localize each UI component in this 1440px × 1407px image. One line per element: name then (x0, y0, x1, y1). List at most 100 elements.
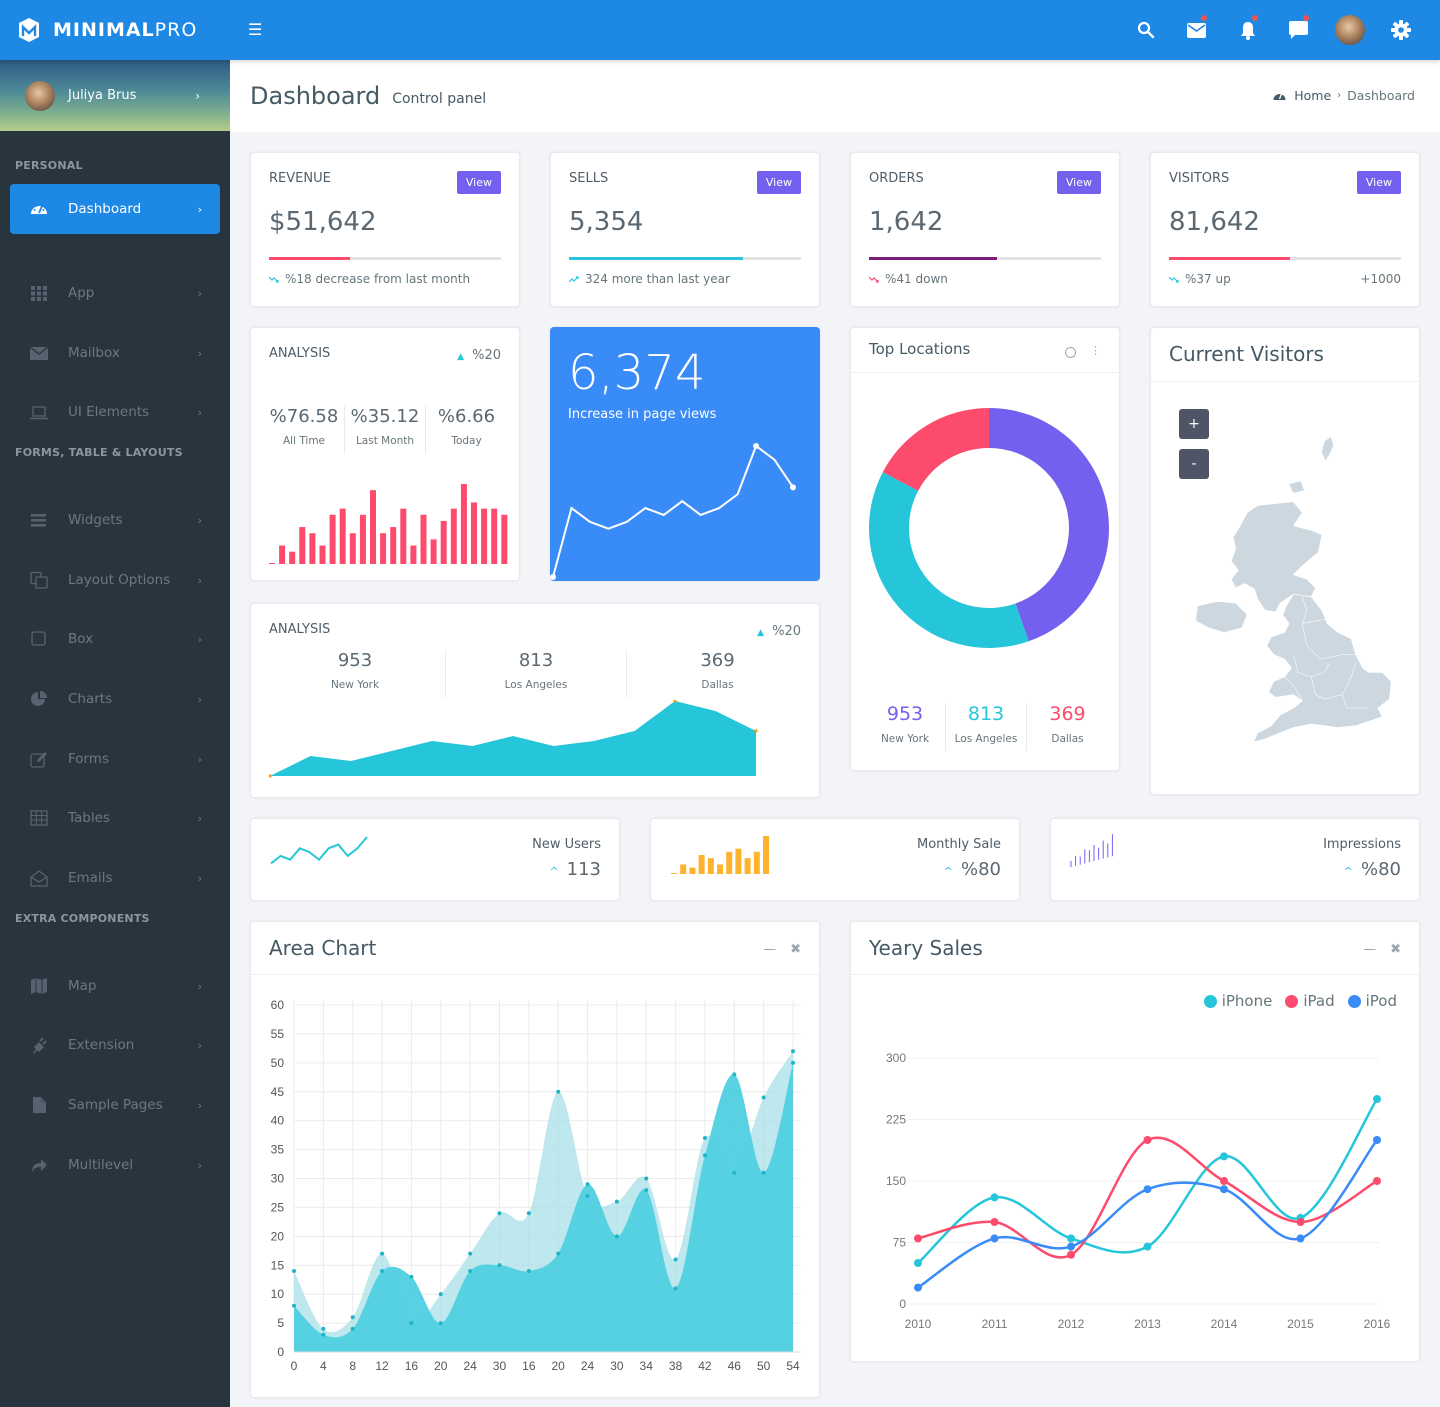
minimize-icon[interactable]: — (763, 942, 776, 957)
data-point[interactable] (990, 1193, 999, 1202)
data-point[interactable] (350, 1315, 355, 1320)
data-point[interactable] (350, 1326, 355, 1331)
minimize-icon[interactable]: — (1363, 942, 1376, 957)
view-button[interactable]: View (1356, 171, 1401, 194)
data-point[interactable] (702, 1153, 707, 1158)
data-point[interactable] (1143, 1242, 1152, 1251)
map-region-northern-ireland[interactable] (1195, 600, 1248, 633)
data-point[interactable] (702, 1136, 707, 1141)
sidebar-item-forms[interactable]: Forms › (10, 734, 220, 784)
data-point[interactable] (673, 1257, 678, 1262)
view-button[interactable]: View (756, 171, 801, 194)
data-point[interactable] (761, 1170, 766, 1175)
chat-button[interactable] (1273, 0, 1324, 60)
messages-button[interactable] (1171, 0, 1222, 60)
sidebar-item-layout-options[interactable]: Layout Options › (10, 555, 220, 605)
data-point[interactable] (990, 1234, 999, 1243)
data-point[interactable] (1067, 1234, 1075, 1243)
line-series-ipad[interactable] (917, 1136, 1378, 1259)
settings-button[interactable] (1375, 0, 1426, 60)
data-point[interactable] (914, 1234, 922, 1243)
data-point[interactable] (673, 1286, 678, 1291)
donut-slice-dallas[interactable] (882, 408, 989, 491)
data-point[interactable] (791, 1049, 795, 1054)
data-point[interactable] (644, 1176, 649, 1181)
sidebar-item-ui-elements[interactable]: UI Elements › (10, 387, 220, 437)
data-point[interactable] (409, 1321, 414, 1326)
sidebar-item-sample-pages[interactable]: Sample Pages › (10, 1080, 220, 1130)
data-point[interactable] (438, 1292, 443, 1297)
close-icon[interactable]: ✖ (790, 942, 801, 957)
data-point[interactable] (468, 1269, 473, 1274)
more-vertical-icon[interactable]: ⋮ (1090, 344, 1101, 358)
map-region-orkney[interactable] (1289, 481, 1305, 493)
data-point[interactable] (1296, 1234, 1305, 1243)
data-point[interactable] (1296, 1218, 1305, 1226)
data-point[interactable] (614, 1199, 619, 1204)
data-point[interactable] (292, 1269, 296, 1274)
sidebar-item-tables[interactable]: Tables › (10, 793, 220, 843)
data-point[interactable] (1220, 1177, 1228, 1185)
data-point[interactable] (585, 1182, 590, 1187)
donut-slice-los-angeles[interactable] (869, 472, 1029, 648)
map-region-shetland[interactable] (1321, 436, 1334, 461)
data-point[interactable] (468, 1251, 473, 1256)
data-point[interactable] (321, 1332, 326, 1337)
uk-map[interactable] (1169, 398, 1409, 778)
sidebar-item-widgets[interactable]: Widgets › (10, 495, 220, 545)
data-point[interactable] (1067, 1242, 1075, 1251)
data-point[interactable] (761, 1095, 766, 1100)
data-point[interactable] (614, 1234, 619, 1239)
logo[interactable]: MINIMALPRO (0, 0, 230, 60)
data-point[interactable] (556, 1251, 561, 1256)
data-point[interactable] (438, 1321, 443, 1326)
menu-toggle-icon[interactable]: ☰ (248, 20, 262, 39)
sidebar-item-charts[interactable]: Charts › (10, 674, 220, 724)
search-button[interactable] (1120, 0, 1171, 60)
map-region-england[interactable] (1252, 593, 1392, 743)
sidebar-item-multilevel[interactable]: Multilevel › (10, 1140, 220, 1190)
notifications-button[interactable] (1222, 0, 1273, 60)
legend-item-ipad[interactable]: iPad (1285, 992, 1335, 1010)
data-point[interactable] (791, 1060, 795, 1065)
sidebar-item-dashboard[interactable]: Dashboard › (10, 184, 220, 234)
data-point[interactable] (1373, 1136, 1381, 1144)
breadcrumb-home[interactable]: Home (1294, 88, 1331, 103)
legend-item-iphone[interactable]: iPhone (1203, 992, 1272, 1010)
data-point[interactable] (1067, 1250, 1075, 1259)
data-point[interactable] (990, 1218, 999, 1226)
sidebar-item-app[interactable]: App › (10, 268, 220, 318)
data-point[interactable] (1373, 1177, 1381, 1185)
refresh-icon[interactable] (1065, 347, 1076, 358)
data-point[interactable] (321, 1326, 326, 1331)
data-point[interactable] (914, 1283, 922, 1292)
data-point[interactable] (585, 1193, 590, 1198)
data-point[interactable] (292, 1303, 296, 1308)
data-point[interactable] (1373, 1095, 1381, 1103)
sidebar-item-mailbox[interactable]: Mailbox › (10, 328, 220, 378)
sidebar-item-map[interactable]: Map › (10, 961, 220, 1011)
data-point[interactable] (644, 1188, 649, 1193)
data-point[interactable] (732, 1170, 737, 1175)
legend-item-ipod[interactable]: iPod (1347, 992, 1397, 1010)
view-button[interactable]: View (456, 171, 501, 194)
data-point[interactable] (409, 1274, 414, 1279)
data-point[interactable] (526, 1269, 531, 1274)
data-point[interactable] (497, 1263, 502, 1268)
sidebar-item-extension[interactable]: Extension › (10, 1020, 220, 1070)
data-point[interactable] (1220, 1152, 1228, 1161)
data-point[interactable] (380, 1269, 385, 1274)
map-region-scotland[interactable] (1230, 501, 1323, 613)
data-point[interactable] (380, 1251, 385, 1256)
data-point[interactable] (526, 1211, 531, 1216)
sidebar-item-box[interactable]: Box › (10, 614, 220, 664)
data-point[interactable] (497, 1211, 502, 1216)
data-point[interactable] (1220, 1185, 1228, 1194)
data-point[interactable] (914, 1259, 922, 1267)
view-button[interactable]: View (1056, 171, 1101, 194)
profile-button[interactable] (1324, 0, 1375, 60)
data-point[interactable] (1143, 1136, 1152, 1144)
data-point[interactable] (1143, 1185, 1152, 1194)
sidebar-item-emails[interactable]: Emails › (10, 853, 220, 903)
user-profile[interactable]: Juliya Brus › (0, 60, 230, 131)
